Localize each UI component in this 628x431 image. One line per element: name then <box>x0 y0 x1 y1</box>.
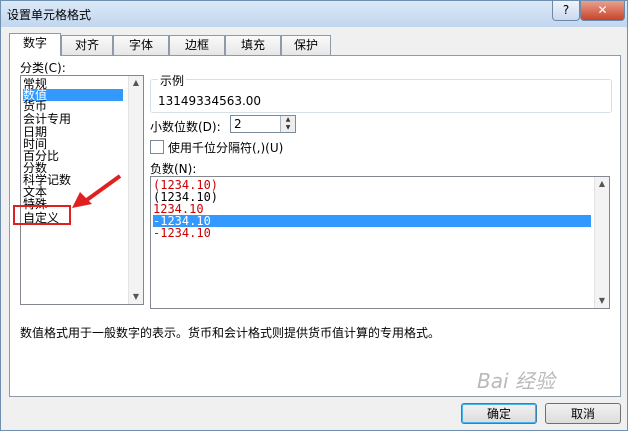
sample-legend: 示例 <box>158 72 187 89</box>
tab-number[interactable]: 数字 <box>9 33 61 56</box>
scroll-up-icon[interactable]: ▲ <box>595 177 609 191</box>
format-description: 数值格式用于一般数字的表示。货币和会计格式则提供货币值计算的专用格式。 <box>20 326 441 340</box>
decimal-places-stepper[interactable]: 2 ▲ ▼ <box>230 115 296 133</box>
title-bar: 设置单元格格式 ? ✕ <box>1 1 627 27</box>
negative-item[interactable]: -1234.10 <box>153 227 211 239</box>
scroll-up-icon[interactable]: ▲ <box>129 76 143 90</box>
ok-button[interactable]: 确定 <box>461 403 537 424</box>
number-tab-panel: 分类(C): 常规 数值 货币 会计专用 日期 时间 百分比 分数 科学记数 文… <box>9 55 621 397</box>
increment-icon[interactable]: ▲ <box>281 116 295 124</box>
negative-numbers-list[interactable]: (1234.10) (1234.10) 1234.10 -1234.10 -12… <box>150 176 610 309</box>
scroll-down-icon[interactable]: ▼ <box>595 294 609 308</box>
category-item-currency[interactable]: 货币 <box>23 100 47 112</box>
negative-item-selected[interactable]: -1234.10 <box>153 215 591 227</box>
decimal-places-value[interactable]: 2 <box>234 117 242 131</box>
decrement-icon[interactable]: ▼ <box>281 124 295 132</box>
category-label: 分类(C): <box>20 61 66 75</box>
tab-font[interactable]: 字体 <box>113 35 169 55</box>
negative-numbers-label: 负数(N): <box>150 162 197 176</box>
category-item-accounting[interactable]: 会计专用 <box>23 113 71 125</box>
category-scrollbar[interactable]: ▲ ▼ <box>128 76 143 304</box>
window-title: 设置单元格格式 <box>7 8 92 22</box>
tab-alignment[interactable]: 对齐 <box>61 35 113 55</box>
tab-border[interactable]: 边框 <box>169 35 225 55</box>
negative-scrollbar[interactable]: ▲ ▼ <box>594 177 609 308</box>
thousands-separator-label: 使用千位分隔符(,)(U) <box>168 141 284 155</box>
annotation-highlight-box <box>13 205 71 225</box>
decimal-places-label: 小数位数(D): <box>150 120 221 134</box>
sample-group: 示例 13149334563.00 <box>150 72 612 113</box>
help-button[interactable]: ? <box>552 1 580 21</box>
sample-value: 13149334563.00 <box>158 94 262 108</box>
thousands-separator-checkbox[interactable] <box>150 140 164 154</box>
scroll-down-icon[interactable]: ▼ <box>129 290 143 304</box>
close-button[interactable]: ✕ <box>580 1 625 21</box>
baidu-watermark: Bai 经验 <box>477 369 555 393</box>
tab-fill[interactable]: 填充 <box>225 35 281 55</box>
tab-protection[interactable]: 保护 <box>281 35 331 55</box>
annotation-arrow-icon <box>72 174 122 208</box>
cancel-button[interactable]: 取消 <box>545 403 621 424</box>
format-cells-dialog: 设置单元格格式 ? ✕ 数字 对齐 字体 边框 填充 保护 分类(C): 常规 … <box>0 0 628 431</box>
